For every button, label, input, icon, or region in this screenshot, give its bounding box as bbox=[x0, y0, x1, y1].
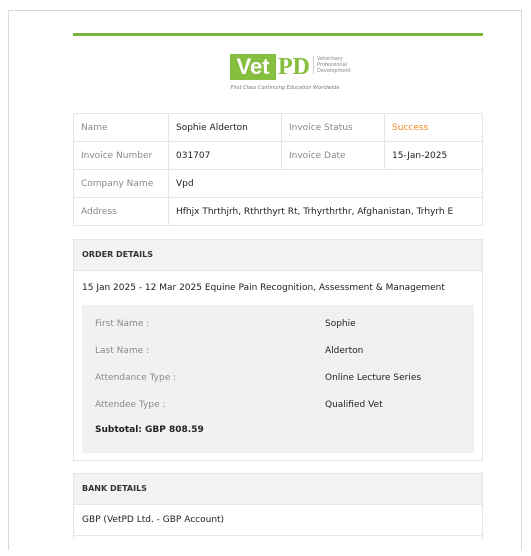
logo-tagline: First Class Continuing Education Worldwi… bbox=[230, 85, 340, 91]
attendee-type-value: Qualified Vet bbox=[325, 400, 383, 410]
bank-details-heading: BANK DETAILS bbox=[74, 474, 482, 505]
course-title: 15 Jan 2025 - 12 Mar 2025 Equine Pain Re… bbox=[82, 283, 445, 293]
name-value: Sophie Alderton bbox=[168, 113, 282, 142]
date-label: Invoice Date bbox=[281, 141, 385, 170]
first-name-value: Sophie bbox=[325, 319, 356, 329]
number-label: Invoice Number bbox=[73, 141, 169, 170]
first-name-label: First Name : bbox=[95, 319, 150, 329]
attendee-type-label: Attendee Type : bbox=[95, 400, 166, 410]
logo-vet-text: Vet bbox=[230, 54, 276, 80]
bank-details-section: BANK DETAILS GBP (VetPD Ltd. - GBP Accou… bbox=[73, 473, 483, 539]
table-row: Company Name Vpd bbox=[73, 169, 483, 198]
status-label: Invoice Status bbox=[281, 113, 385, 142]
bank-account: GBP (VetPD Ltd. - GBP Account) bbox=[74, 505, 482, 536]
last-name-value: Alderton bbox=[325, 346, 364, 356]
order-details-section: ORDER DETAILS 15 Jan 2025 - 12 Mar 2025 … bbox=[73, 239, 483, 461]
attendance-type-value: Online Lecture Series bbox=[325, 373, 422, 383]
company-label: Company Name bbox=[73, 169, 169, 198]
logo-subtitle: Veterinary Professional Development bbox=[313, 56, 357, 74]
list-item: Attendance Type : Online Lecture Series bbox=[95, 367, 461, 394]
invoice-info-table: Name Sophie Alderton Invoice Status Succ… bbox=[73, 113, 483, 226]
table-row: Name Sophie Alderton Invoice Status Succ… bbox=[73, 113, 483, 142]
last-name-label: Last Name : bbox=[95, 346, 150, 356]
number-value: 031707 bbox=[168, 141, 282, 170]
status-value: Success bbox=[384, 113, 483, 142]
address-label: Address bbox=[73, 197, 169, 226]
subtotal: Subtotal: GBP 808.59 bbox=[95, 425, 204, 435]
list-item: First Name : Sophie bbox=[95, 313, 461, 340]
order-details-heading: ORDER DETAILS bbox=[74, 240, 482, 271]
table-row: Invoice Number 031707 Invoice Date 15-Ja… bbox=[73, 141, 483, 170]
vetpd-logo: Vet PD Veterinary Professional Developme… bbox=[220, 52, 351, 100]
table-row: Address Hfhjx Thrthjrh, Rthrthyrt Rt, Tr… bbox=[73, 197, 483, 226]
bank-table-row bbox=[74, 536, 482, 556]
attendee-details-panel: First Name : Sophie Last Name : Alderton… bbox=[82, 305, 474, 453]
name-label: Name bbox=[73, 113, 169, 142]
date-value: 15-Jan-2025 bbox=[384, 141, 483, 170]
list-item: Last Name : Alderton bbox=[95, 340, 461, 367]
attendance-type-label: Attendance Type : bbox=[95, 373, 177, 383]
header-accent-bar bbox=[73, 33, 483, 36]
list-item: Attendee Type : Qualified Vet bbox=[95, 394, 461, 421]
company-value: Vpd bbox=[168, 169, 483, 198]
address-value: Hfhjx Thrthjrh, Rthrthyrt Rt, Trhyrthrth… bbox=[168, 197, 483, 226]
logo-pd-text: PD bbox=[278, 54, 310, 80]
